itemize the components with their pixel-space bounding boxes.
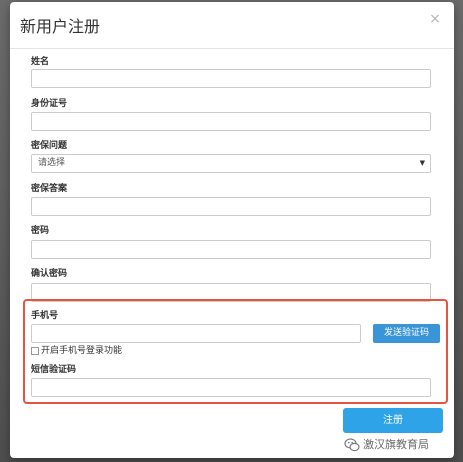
security-answer-input[interactable] bbox=[31, 197, 431, 216]
phone-input[interactable] bbox=[31, 324, 361, 343]
background-text-fragment bbox=[0, 12, 10, 42]
security-question-value: 请选择 bbox=[38, 158, 66, 168]
phone-login-checkbox[interactable] bbox=[31, 347, 39, 355]
watermark: 激汉旗教育局 bbox=[344, 437, 429, 453]
sms-code-label: 短信验证码 bbox=[31, 365, 77, 375]
modal-title: 新用户注册 bbox=[20, 17, 101, 36]
title-divider bbox=[10, 48, 454, 49]
watermark-text: 激汉旗教育局 bbox=[363, 438, 429, 451]
confirm-password-label: 确认密码 bbox=[31, 269, 68, 279]
id-number-label: 身份证号 bbox=[31, 99, 68, 109]
id-number-input[interactable] bbox=[31, 112, 431, 131]
close-icon[interactable]: × bbox=[428, 12, 442, 26]
caret-down-icon: ▼ bbox=[419, 159, 425, 167]
name-input[interactable] bbox=[31, 69, 431, 88]
security-answer-label: 密保答案 bbox=[31, 184, 68, 194]
phone-login-checkbox-label: 开启手机号登录功能 bbox=[41, 346, 123, 356]
register-button[interactable]: 注册 bbox=[343, 408, 443, 433]
password-input[interactable] bbox=[31, 240, 431, 259]
send-code-button[interactable]: 发送验证码 bbox=[373, 324, 440, 343]
phone-login-option[interactable]: 开启手机号登录功能 bbox=[31, 345, 122, 357]
wechat-icon bbox=[344, 438, 360, 452]
security-question-select[interactable]: 请选择 ▼ bbox=[31, 154, 431, 173]
phone-label: 手机号 bbox=[31, 311, 59, 321]
register-modal: 新用户注册 × 姓名 身份证号 密保问题 请选择 ▼ 密保答案 密码 确认密码 … bbox=[10, 2, 454, 458]
sms-code-input[interactable] bbox=[31, 378, 431, 397]
password-label: 密码 bbox=[31, 226, 50, 236]
security-question-label: 密保问题 bbox=[31, 141, 68, 151]
name-label: 姓名 bbox=[31, 57, 50, 67]
